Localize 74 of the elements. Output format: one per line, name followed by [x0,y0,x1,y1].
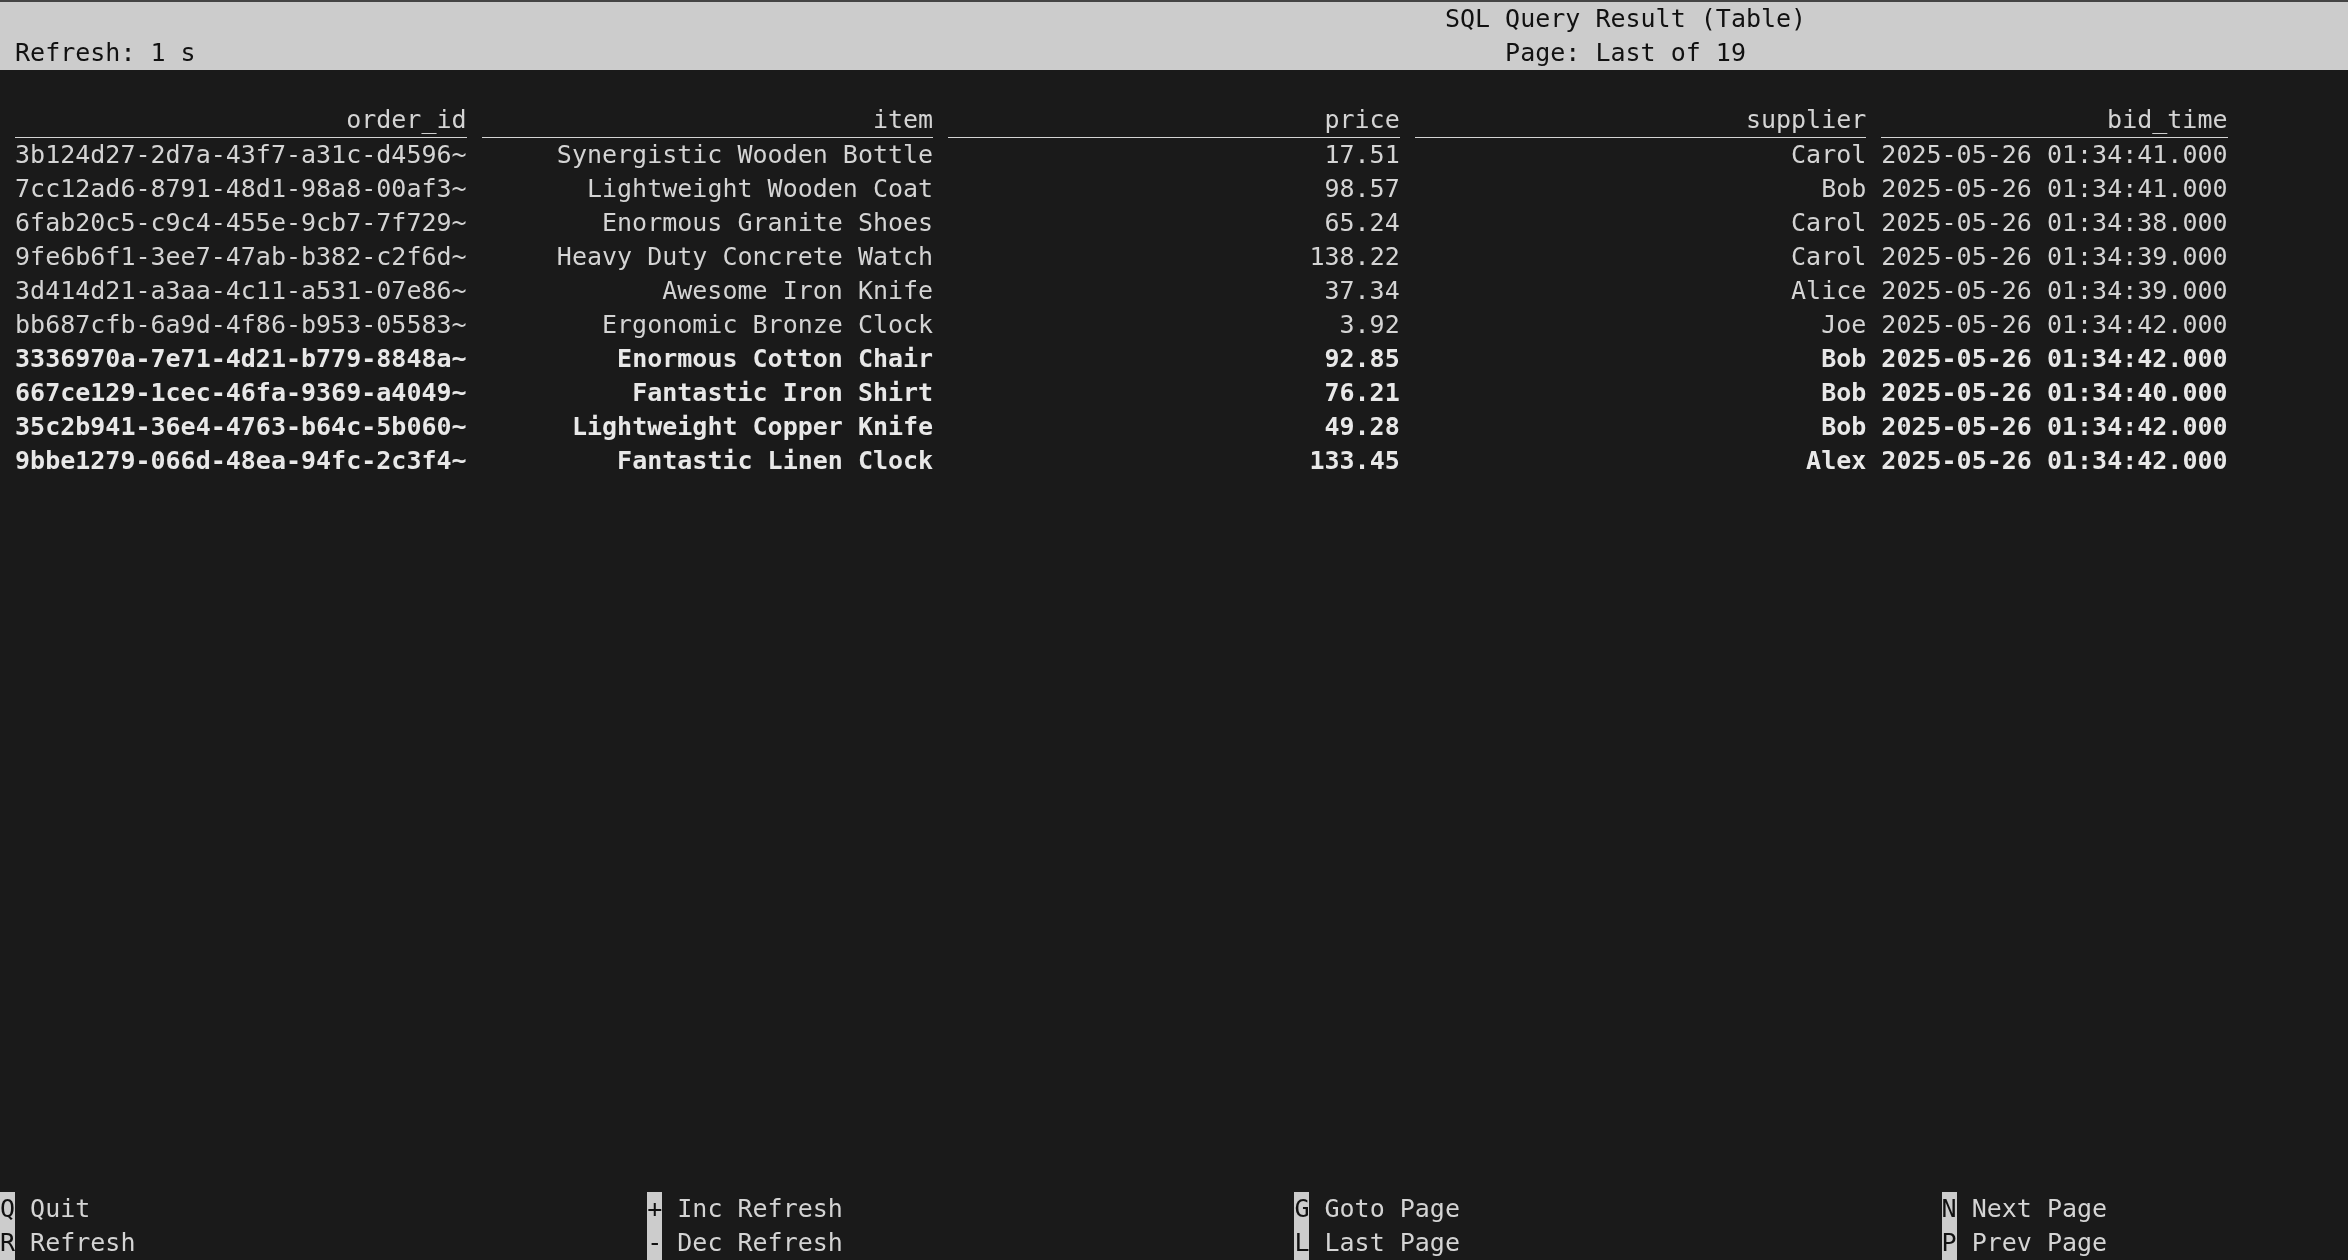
table-cell-text: 2025-05-26 01:34:42.000 [1881,343,2228,375]
table-cell-text: Bob [1820,377,1867,409]
table-cell-text: Bob [1820,173,1867,205]
table-cell-text: Lightweight Copper Knife [570,411,934,443]
table-cell-text: 133.45 [1308,445,1400,477]
table-cell-text: Fantastic Linen Clock [616,445,934,477]
table-cell-text: Alex [1805,445,1867,477]
table-cell-text: 7cc12ad6-8791-48d1-98a8-00af3~ [15,173,467,205]
table-cell-text: Enormous Cotton Chair [616,343,934,375]
shortcut-label: Next Page [1971,1193,2108,1225]
shortcut-label: Goto Page [1324,1193,1460,1225]
table-cell-text: 3336970a-7e71-4d21-b779-8848a~ [15,343,467,375]
table-cell-text: 138.22 [1308,241,1400,273]
table-cell-text: Bob [1820,343,1867,375]
column-header: bid_time [1881,104,2228,138]
shortcut-key: Q [0,1192,16,1226]
column-header: price [948,104,1400,138]
table-cell-text: 2025-05-26 01:34:38.000 [1881,207,2228,239]
table-cell-text: 9fe6b6f1-3ee7-47ab-b382-c2f6d~ [15,241,467,273]
table-cell-text: Awesome Iron Knife [661,275,934,307]
table-cell-text: Carol [1790,139,1867,171]
column-header: supplier [1414,104,1867,138]
table-cell-text: 667ce129-1cec-46fa-9369-a4049~ [15,377,467,409]
window-title: SQL Query Result (Table) [1444,4,1807,33]
table-cell-text: 3b124d27-2d7a-43f7-a31c-d4596~ [15,139,467,171]
shortcut-label: Prev Page [1971,1227,2108,1259]
shortcut-key: - [647,1226,663,1260]
column-header: order_id [15,104,467,138]
table-cell-text: Alice [1790,275,1867,307]
shortcut-key: + [647,1192,663,1226]
table-cell-text: 76.21 [1323,377,1400,409]
table-cell-text: Ergonomic Bronze Clock [601,309,934,341]
table-cell-text: 35c2b941-36e4-4763-b64c-5b060~ [15,411,467,443]
table-cell-text: 2025-05-26 01:34:41.000 [1881,173,2228,205]
table-cell-text: 3d414d21-a3aa-4c11-a531-07e86~ [15,275,467,307]
table-cell-text: 6fab20c5-c9c4-455e-9cb7-7f729~ [15,207,467,239]
shortcut-label: Inc Refresh [677,1193,843,1225]
table-cell-text: 65.24 [1323,207,1400,239]
table-cell-text: 49.28 [1323,411,1400,443]
shortcut-key: G [1294,1192,1310,1226]
shortcut-key: L [1294,1226,1310,1260]
table-cell-text: 2025-05-26 01:34:41.000 [1881,139,2228,171]
table-cell-text: 2025-05-26 01:34:39.000 [1881,275,2228,307]
table-cell-text: 2025-05-26 01:34:42.000 [1881,309,2228,341]
shortcut-label: Dec Refresh [677,1227,843,1259]
table-cell-text: 2025-05-26 01:34:40.000 [1881,377,2228,409]
table-cell-text: Enormous Granite Shoes [601,207,934,239]
table-cell-text: Joe [1820,309,1867,341]
shortcut-label: Last Page [1324,1227,1460,1259]
table-cell-text: 3.92 [1338,309,1400,341]
table-cell-text: bb687cfb-6a9d-4f86-b953-05583~ [15,309,467,341]
shortcut-key: N [1941,1192,1957,1226]
refresh-interval: Refresh: 1 s [15,37,197,69]
table-cell-text: Carol [1790,241,1867,273]
shortcut-key: P [1941,1226,1957,1260]
table-cell-text: Heavy Duty Concrete Watch [555,241,934,273]
table-cell-text: Carol [1790,207,1867,239]
table-cell-text: 17.51 [1323,139,1400,171]
table-cell-text: 92.85 [1323,343,1400,375]
table-cell-text: Bob [1820,411,1867,443]
shortcut-label: Refresh [30,1227,136,1259]
shortcut-key: R [0,1226,16,1260]
table-cell-text: Synergistic Wooden Bottle [555,139,934,171]
table-cell-text: 2025-05-26 01:34:42.000 [1881,411,2228,443]
column-header: item [481,104,934,138]
table-cell-text: 98.57 [1323,173,1400,205]
table-cell-text: Lightweight Wooden Coat [585,173,934,205]
table-cell-text: 37.34 [1323,275,1400,307]
table-cell-text: 9bbe1279-066d-48ea-94fc-2c3f4~ [15,445,467,477]
table-cell-text: 2025-05-26 01:34:42.000 [1881,445,2228,477]
table-cell-text: Fantastic Iron Shirt [631,377,934,409]
table-cell-text: 2025-05-26 01:34:39.000 [1881,241,2228,273]
page-indicator: Page: Last of 19 [1505,37,1747,69]
shortcut-label: Quit [30,1193,91,1225]
